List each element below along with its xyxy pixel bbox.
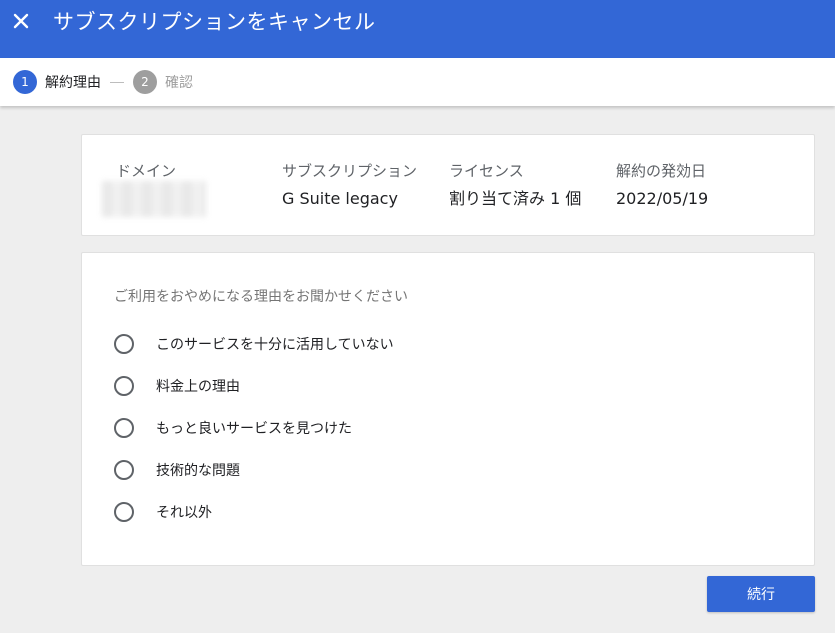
reason-option[interactable]: このサービスを十分に活用していない	[114, 334, 394, 354]
continue-button[interactable]: 続行	[707, 576, 815, 612]
license-label: ライセンス	[449, 162, 524, 180]
reason-option[interactable]: 料金上の理由	[114, 376, 240, 396]
step-label-2: 確認	[165, 75, 193, 91]
subscription-column: サブスクリプション G Suite legacy	[282, 161, 417, 210]
radio-button[interactable]	[114, 460, 134, 480]
reason-option[interactable]: それ以外	[114, 502, 212, 522]
radio-button[interactable]	[114, 418, 134, 438]
step-confirm: 2 確認	[133, 70, 193, 94]
step-number-2: 2	[133, 70, 157, 94]
radio-button[interactable]	[114, 502, 134, 522]
radio-button[interactable]	[114, 334, 134, 354]
step-divider	[110, 82, 124, 83]
domain-value-redacted	[102, 181, 206, 217]
reason-option[interactable]: 技術的な問題	[114, 460, 240, 480]
reason-label: もっと良いサービスを見つけた	[156, 421, 352, 437]
cancel-reasons-card: ご利用をおやめになる理由をお聞かせください このサービスを十分に活用していない …	[81, 252, 815, 566]
dialog-header: サブスクリプションをキャンセル	[0, 0, 835, 58]
close-icon	[13, 13, 29, 29]
subscription-value: G Suite legacy	[282, 189, 398, 208]
radio-button[interactable]	[114, 376, 134, 396]
domain-label: ドメイン	[116, 162, 177, 180]
reason-label: 技術的な問題	[156, 463, 240, 479]
reason-label: このサービスを十分に活用していない	[156, 337, 394, 353]
subscription-info-card: ドメイン サブスクリプション G Suite legacy ライセンス 割り当て…	[81, 134, 815, 236]
close-button[interactable]	[9, 9, 33, 33]
domain-column: ドメイン	[116, 161, 176, 181]
license-value: 割り当て済み 1 個	[449, 189, 582, 208]
effective-date-column: 解約の発効日 2022/05/19	[616, 161, 708, 210]
reason-option[interactable]: もっと良いサービスを見つけた	[114, 418, 352, 438]
reason-label: 料金上の理由	[156, 379, 240, 395]
step-number-1: 1	[13, 70, 37, 94]
step-reason: 1 解約理由	[13, 70, 101, 94]
effective-date-value: 2022/05/19	[616, 189, 709, 208]
step-label-1: 解約理由	[45, 75, 101, 91]
page-title: サブスクリプションをキャンセル	[53, 10, 376, 34]
license-column: ライセンス 割り当て済み 1 個	[449, 161, 581, 210]
effective-date-label: 解約の発効日	[616, 162, 707, 180]
stepper: 1 解約理由 2 確認	[0, 58, 835, 106]
reason-question: ご利用をおやめになる理由をお聞かせください	[114, 289, 408, 305]
subscription-label: サブスクリプション	[282, 162, 418, 180]
reason-label: それ以外	[156, 505, 212, 521]
